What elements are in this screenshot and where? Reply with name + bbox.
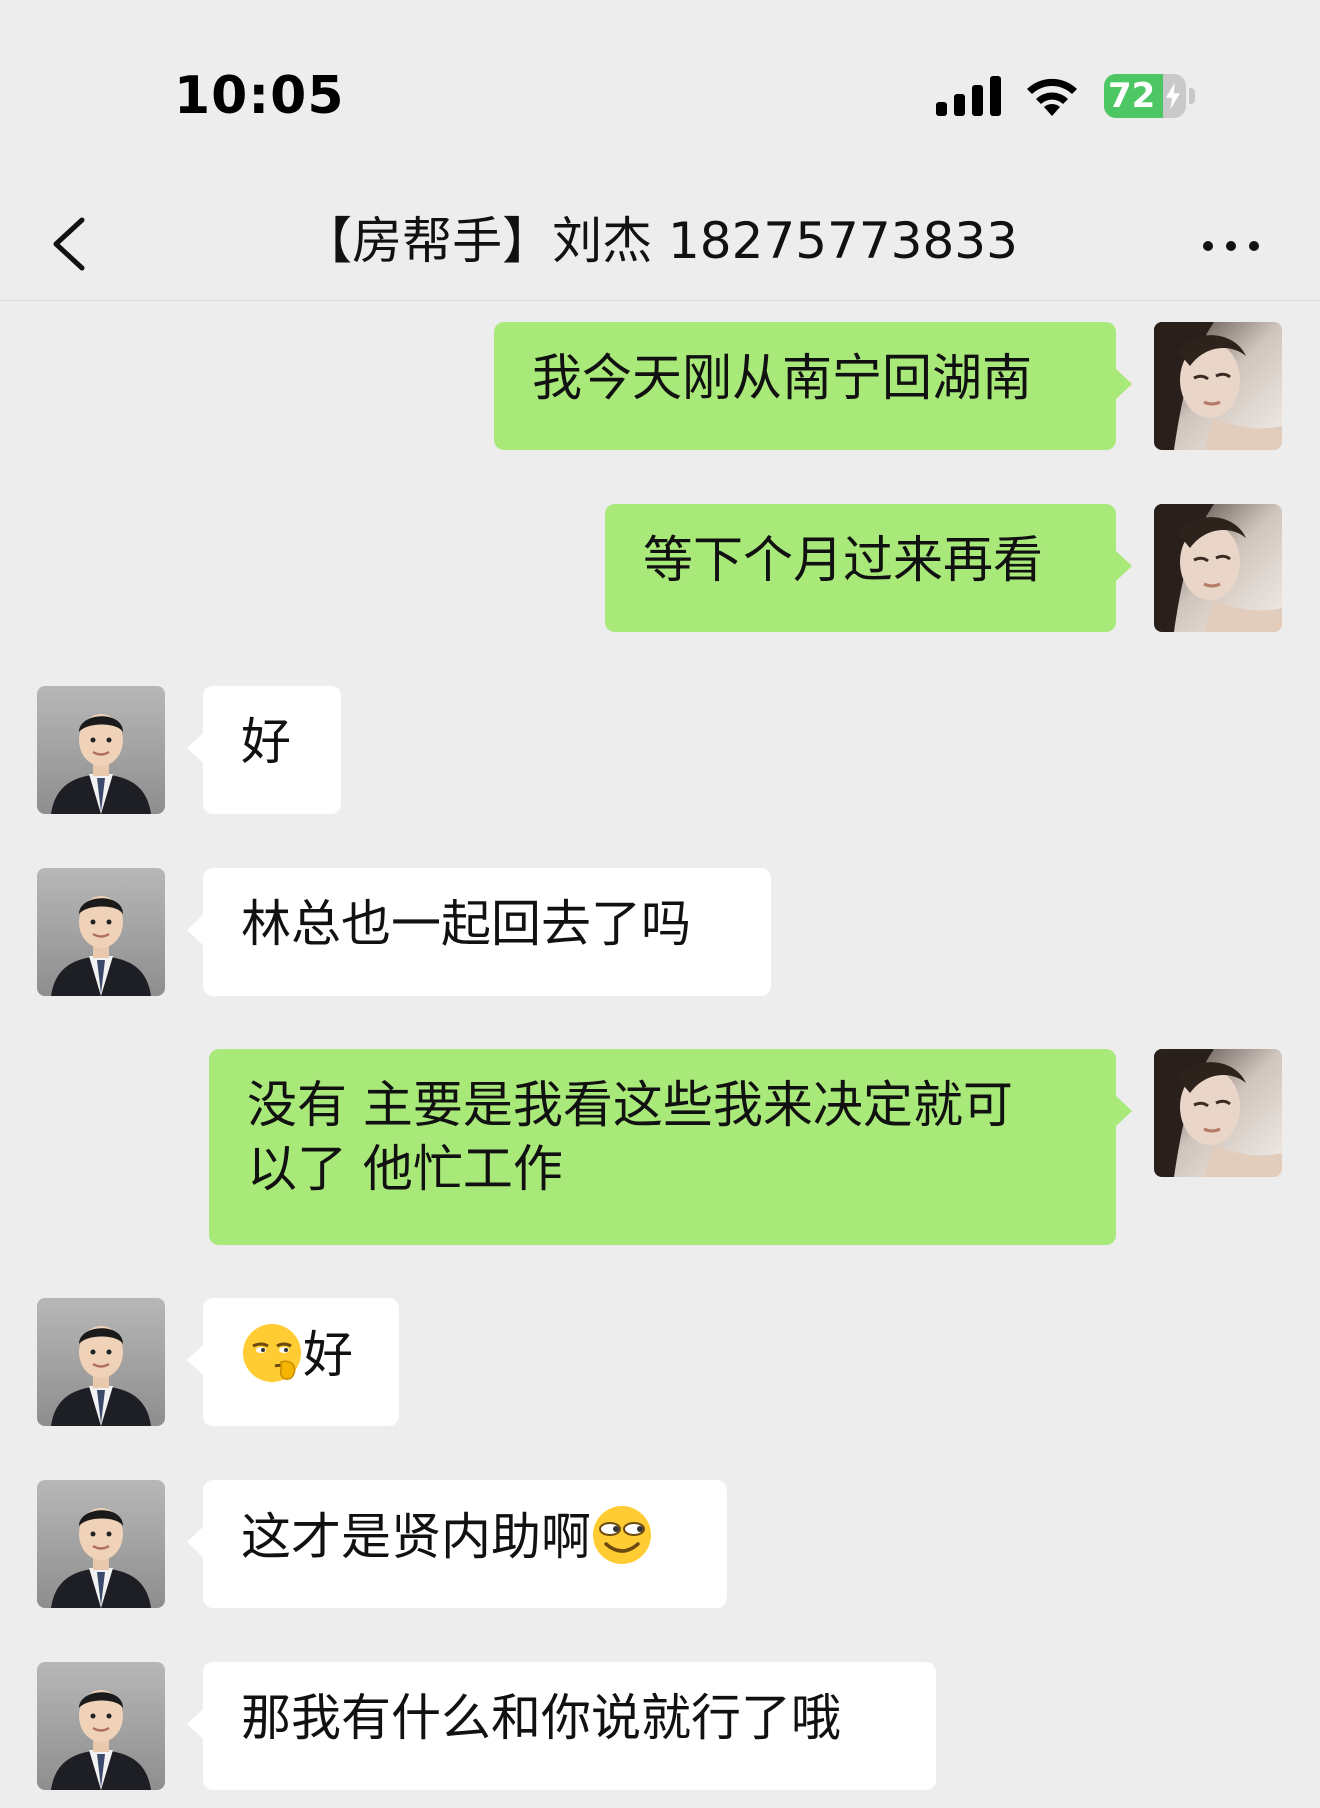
bolt-icon xyxy=(1166,82,1180,110)
chevron-left-icon[interactable] xyxy=(36,204,106,284)
my-avatar[interactable] xyxy=(1154,1049,1282,1177)
battery-cap xyxy=(1189,88,1195,104)
message-bubble[interactable]: 这才是贤内助啊 xyxy=(187,1480,727,1608)
message-outgoing: 我今天刚从南宁回湖南 xyxy=(0,322,1320,452)
message-text: 等下个月过来再看 xyxy=(643,531,1043,589)
chat-title: 【房帮手】刘杰 18275773833 xyxy=(302,212,1018,270)
message-incoming: 好 xyxy=(0,1298,1320,1428)
message-text-line-2: 以了 他忙工作 xyxy=(247,1140,563,1198)
chat-header: 【房帮手】刘杰 18275773833 xyxy=(0,190,1320,301)
message-bubble[interactable]: 没有 主要是我看这些我来决定就可 以了 他忙工作 xyxy=(209,1049,1132,1245)
message-incoming: 好 xyxy=(0,686,1320,816)
message-bubble[interactable]: 好 xyxy=(187,686,341,814)
message-text: 这才是贤内助啊 xyxy=(241,1508,591,1566)
message-text: 那我有什么和你说就行了哦 xyxy=(241,1689,841,1747)
battery-indicator: 72 xyxy=(1104,74,1196,118)
status-time: 10:05 xyxy=(174,66,345,126)
message-bubble[interactable]: 林总也一起回去了吗 xyxy=(187,868,771,996)
battery-body: 72 xyxy=(1104,74,1186,118)
message-bubble[interactable]: 我今天刚从南宁回湖南 xyxy=(494,322,1132,450)
cellular-signal-icon xyxy=(936,76,1001,116)
message-text: 林总也一起回去了吗 xyxy=(241,895,691,953)
message-incoming: 这才是贤内助啊 xyxy=(0,1480,1320,1610)
message-bubble[interactable]: 好 xyxy=(187,1298,399,1426)
contact-avatar[interactable] xyxy=(37,1662,165,1790)
message-text-line-1: 没有 主要是我看这些我来决定就可 xyxy=(247,1076,1013,1134)
message-text: 好 xyxy=(241,713,291,771)
message-bubble[interactable]: 那我有什么和你说就行了哦 xyxy=(187,1662,936,1790)
message-outgoing: 没有 主要是我看这些我来决定就可 以了 他忙工作 xyxy=(0,1049,1320,1245)
contact-avatar[interactable] xyxy=(37,868,165,996)
battery-level-text: 72 xyxy=(1108,76,1156,116)
message-bubble[interactable]: 等下个月过来再看 xyxy=(605,504,1132,632)
contact-avatar[interactable] xyxy=(37,1298,165,1426)
message-incoming: 林总也一起回去了吗 xyxy=(0,868,1320,998)
message-text: 我今天刚从南宁回湖南 xyxy=(532,349,1032,407)
contact-avatar[interactable] xyxy=(37,686,165,814)
message-text: 好 xyxy=(303,1326,353,1384)
wifi-icon xyxy=(1027,78,1077,116)
message-incoming: 那我有什么和你说就行了哦 xyxy=(0,1662,1320,1792)
my-avatar[interactable] xyxy=(1154,322,1282,450)
message-outgoing: 等下个月过来再看 xyxy=(0,504,1320,634)
my-avatar[interactable] xyxy=(1154,504,1282,632)
smirk-shush-emoji-icon xyxy=(241,1322,303,1384)
sly-smile-emoji-icon xyxy=(591,1504,653,1566)
status-bar: 10:05 72 xyxy=(0,0,1320,190)
more-dots-icon[interactable] xyxy=(1196,216,1266,276)
contact-avatar[interactable] xyxy=(37,1480,165,1608)
